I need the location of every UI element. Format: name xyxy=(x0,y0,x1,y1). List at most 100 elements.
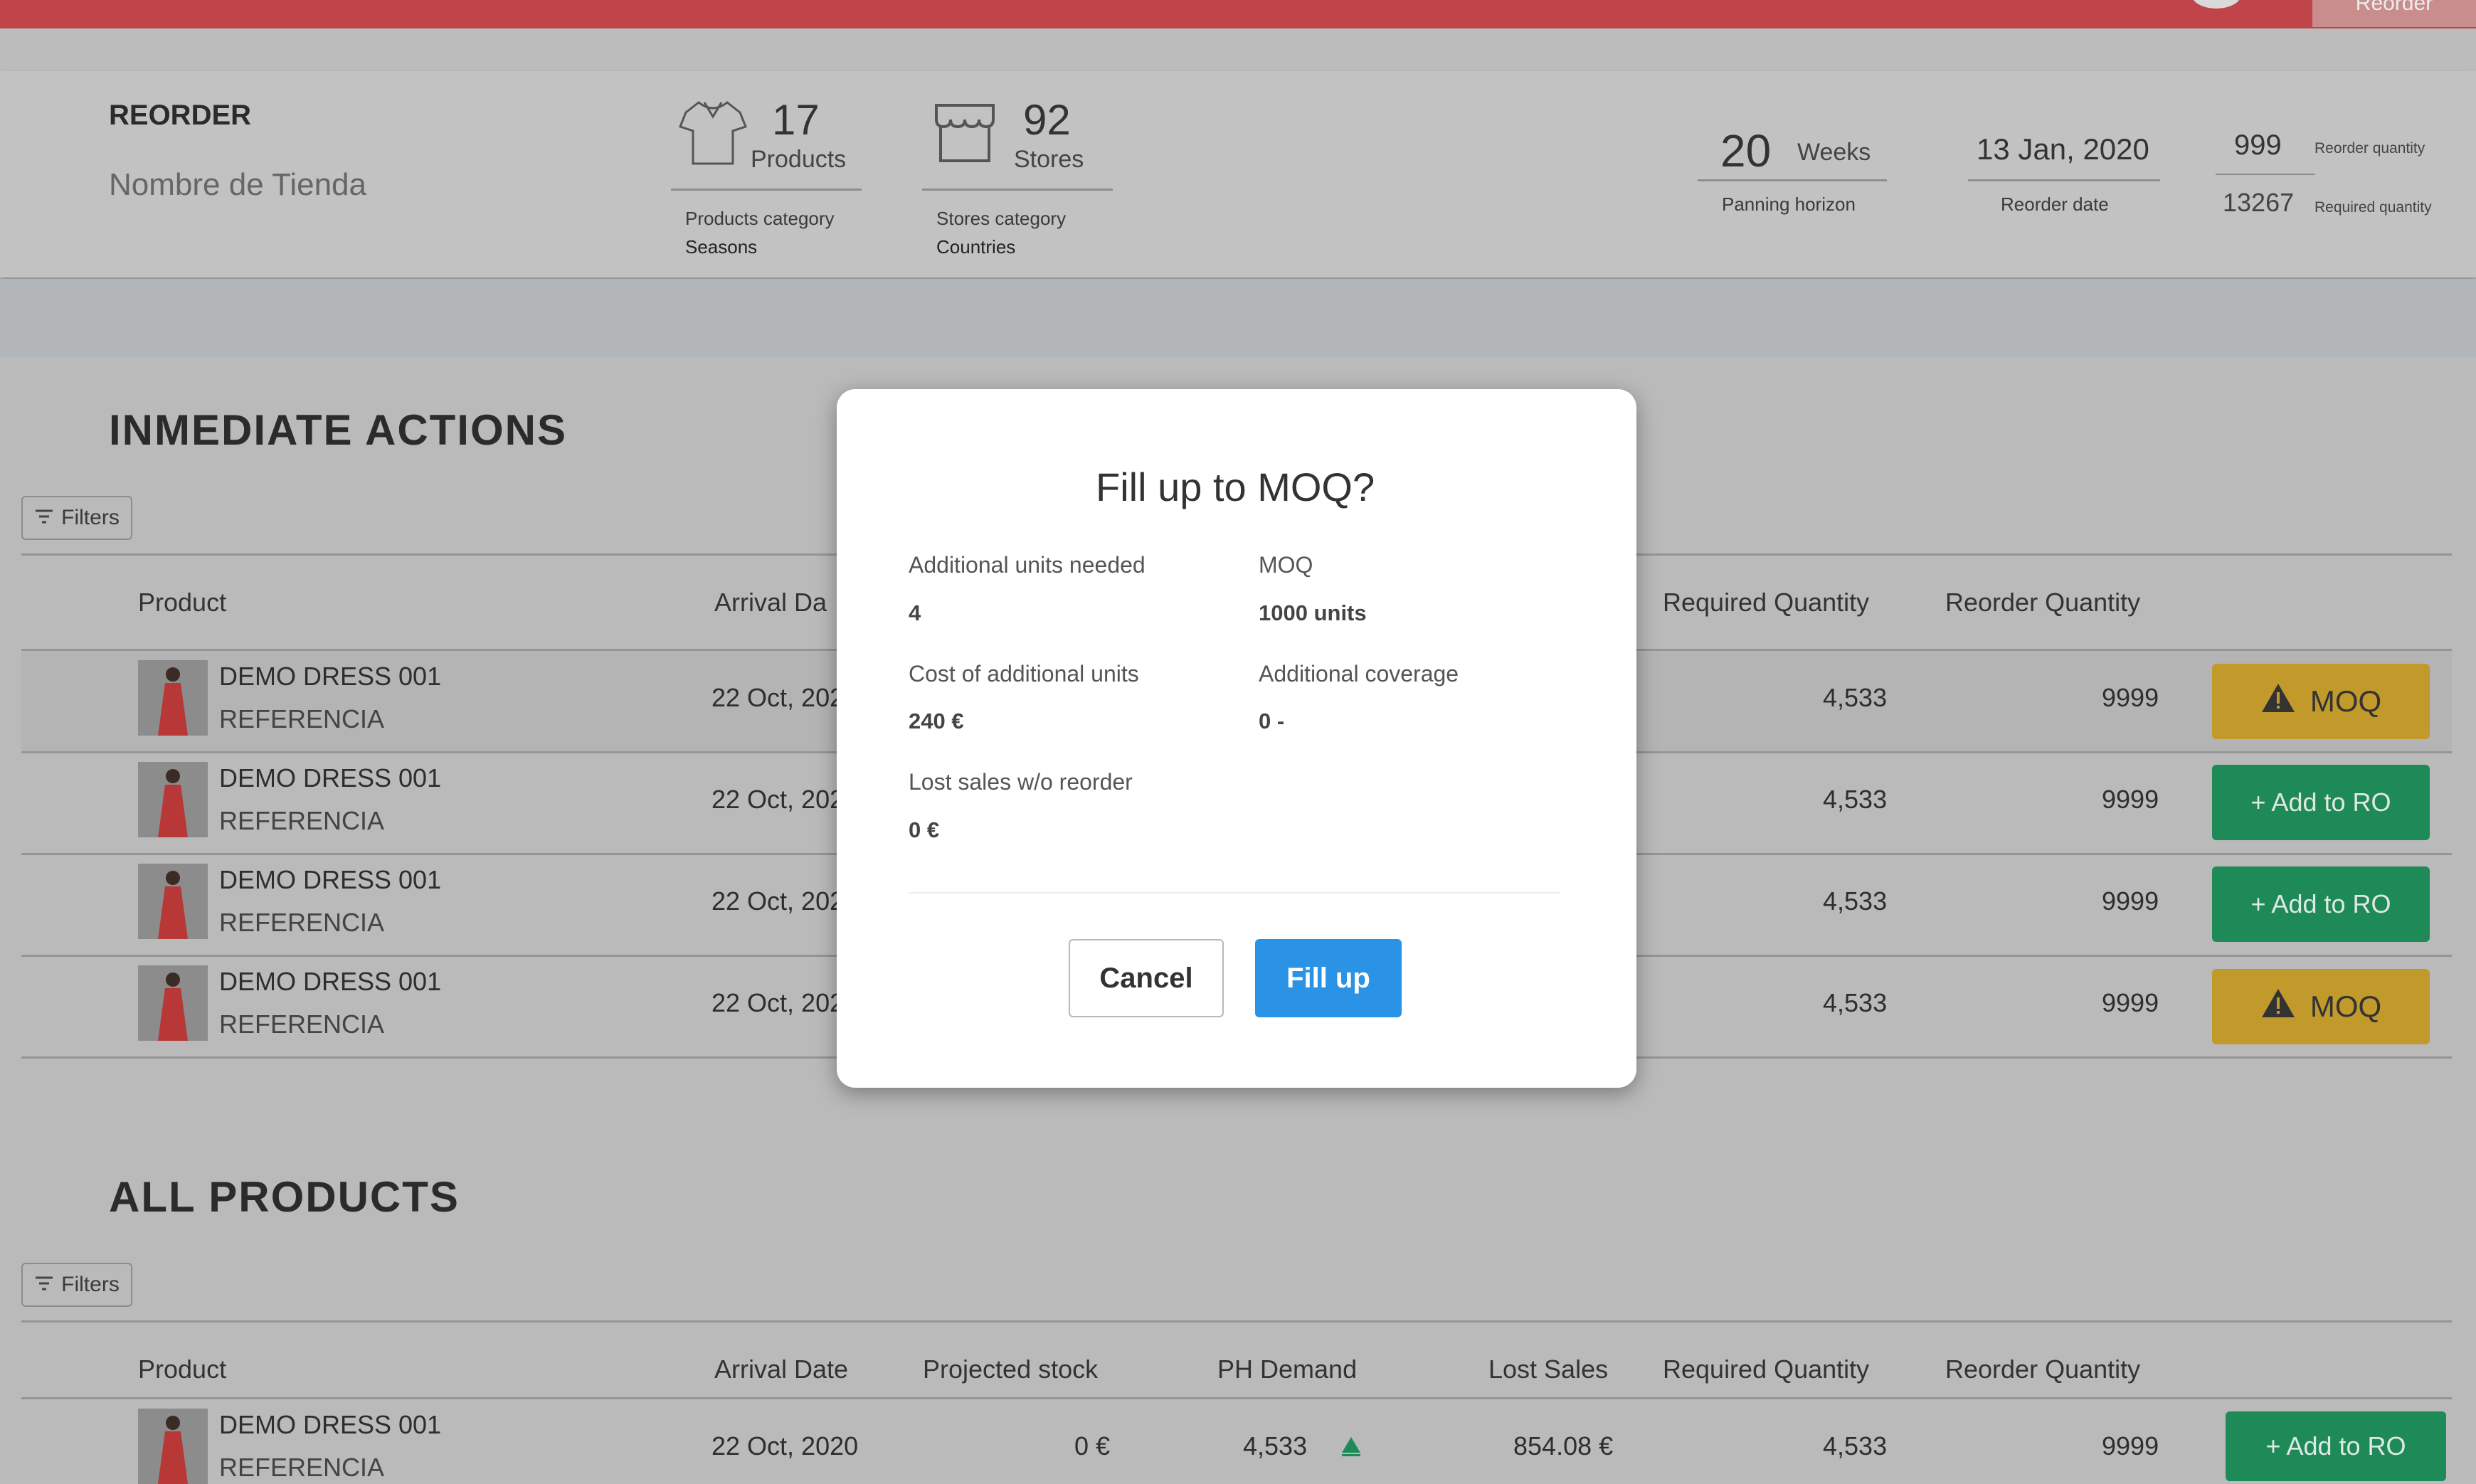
add-to-ro-button[interactable]: + Add to RO xyxy=(2226,1411,2446,1481)
table-divider xyxy=(21,1320,2452,1323)
shirt-icon xyxy=(677,97,748,168)
add-to-ro-button[interactable]: + Add to RO xyxy=(2212,866,2430,942)
planning-horizon-unit: Weeks xyxy=(1797,139,1871,166)
header-spacer xyxy=(0,279,2476,357)
reorder-tab-label: Reorder xyxy=(2355,0,2433,15)
product-thumbnail xyxy=(138,1409,208,1484)
products-unit: Products xyxy=(751,146,847,173)
moq-label: MOQ xyxy=(1259,552,1313,578)
fill-up-button[interactable]: Fill up xyxy=(1255,939,1402,1017)
product-thumbnail xyxy=(138,864,208,939)
product-ref: REFERENCIA xyxy=(219,1009,385,1039)
col-demand[interactable]: PH Demand xyxy=(1217,1355,1357,1384)
moq-value: 1000 units xyxy=(1259,600,1367,625)
col-lost-sales[interactable]: Lost Sales xyxy=(1488,1355,1608,1384)
product-name[interactable]: DEMO DRESS 001 xyxy=(219,662,441,691)
products-count: 17 xyxy=(772,96,820,144)
col-required[interactable]: Required Quantity xyxy=(1663,1355,1869,1384)
warning-icon xyxy=(2260,682,2296,721)
filter-icon xyxy=(34,506,54,530)
additional-coverage-value: 0 - xyxy=(1259,709,1285,733)
required-qty: 4,533 xyxy=(1823,683,1888,712)
arrival-date: 22 Oct, 202 xyxy=(711,683,845,712)
col-reorder[interactable]: Reorder Quantity xyxy=(1945,1355,2140,1384)
product-ref: REFERENCIA xyxy=(219,1453,385,1482)
page-title: REORDER xyxy=(109,100,252,131)
product-thumbnail xyxy=(138,660,208,736)
products-divider xyxy=(671,189,862,191)
planning-divider xyxy=(1698,179,1887,181)
all-products-title: ALL PRODUCTS xyxy=(109,1173,460,1221)
arrival-date: 22 Oct, 202 xyxy=(711,785,845,814)
product-name[interactable]: DEMO DRESS 001 xyxy=(219,1410,441,1440)
quantities-divider xyxy=(2216,174,2315,175)
product-ref: REFERENCIA xyxy=(219,908,385,937)
product-name[interactable]: DEMO DRESS 001 xyxy=(219,763,441,793)
arrival-date: 22 Oct, 202 xyxy=(711,886,845,916)
required-quantity-label: Required quantity xyxy=(2314,199,2432,216)
store-icon xyxy=(931,98,999,166)
reorder-quantity-value: 999 xyxy=(2234,129,2282,161)
col-arrival[interactable]: Arrival Da xyxy=(714,588,827,618)
moq-button-label: MOQ xyxy=(2310,684,2382,718)
reorder-quantity-label: Reorder quantity xyxy=(2314,140,2425,157)
lost-sales-label: Lost sales w/o reorder xyxy=(909,769,1133,795)
product-thumbnail xyxy=(138,965,208,1041)
ph-demand: 4,533 xyxy=(1243,1431,1308,1461)
stores-category-value[interactable]: Countries xyxy=(936,236,1015,258)
product-name[interactable]: DEMO DRESS 001 xyxy=(219,865,441,895)
reorder-date-divider xyxy=(1968,179,2160,181)
additional-units-value: 4 xyxy=(909,600,921,625)
immediate-actions-title: INMEDIATE ACTIONS xyxy=(109,406,567,454)
col-product[interactable]: Product xyxy=(138,588,226,618)
stores-category-label: Stores category xyxy=(936,208,1067,229)
required-qty: 4,533 xyxy=(1823,988,1888,1017)
product-ref: REFERENCIA xyxy=(219,806,385,835)
add-to-ro-button[interactable]: + Add to RO xyxy=(2212,765,2430,840)
top-bar xyxy=(0,0,2476,28)
reorder-qty[interactable]: 9999 xyxy=(2102,683,2159,713)
immediate-filters-button[interactable]: Filters xyxy=(21,496,132,540)
lost-sales: 854.08 € xyxy=(1513,1431,1614,1461)
additional-units-label: Additional units needed xyxy=(909,552,1146,578)
all-products-filters-button[interactable]: Filters xyxy=(21,1263,132,1307)
filter-icon xyxy=(34,1273,54,1297)
reorder-qty[interactable]: 9999 xyxy=(2102,886,2159,916)
reorder-qty[interactable]: 9999 xyxy=(2102,988,2159,1018)
triangle-up-icon xyxy=(1340,1436,1362,1461)
table-divider xyxy=(21,1397,2452,1399)
product-name[interactable]: DEMO DRESS 001 xyxy=(219,967,441,997)
moq-button[interactable]: MOQ xyxy=(2212,664,2430,739)
reorder-date-label: Reorder date xyxy=(2001,194,2109,215)
required-quantity-value: 13267 xyxy=(2223,188,2295,217)
required-qty: 4,533 xyxy=(1823,1431,1888,1461)
stores-count: 92 xyxy=(1023,96,1071,144)
col-product[interactable]: Product xyxy=(138,1355,226,1384)
filters-label: Filters xyxy=(61,506,120,529)
additional-coverage-label: Additional coverage xyxy=(1259,661,1459,687)
filters-label: Filters xyxy=(61,1273,120,1296)
arrival-date: 22 Oct, 202 xyxy=(711,988,845,1017)
col-arrival[interactable]: Arrival Date xyxy=(714,1355,848,1384)
reorder-tab[interactable]: Reorder xyxy=(2312,0,2476,27)
arrival-date: 22 Oct, 2020 xyxy=(711,1431,859,1461)
col-required[interactable]: Required Quantity xyxy=(1663,588,1869,618)
warning-icon xyxy=(2260,987,2296,1026)
lost-sales-value: 0 € xyxy=(909,817,940,842)
products-category-value[interactable]: Seasons xyxy=(685,236,757,258)
required-qty: 4,533 xyxy=(1823,886,1888,916)
header-panel xyxy=(0,71,2476,277)
required-qty: 4,533 xyxy=(1823,785,1888,814)
stores-divider xyxy=(922,189,1113,191)
col-reorder[interactable]: Reorder Quantity xyxy=(1945,588,2140,618)
cancel-button[interactable]: Cancel xyxy=(1069,939,1224,1017)
col-projected[interactable]: Projected stock xyxy=(923,1355,1098,1384)
stores-unit: Stores xyxy=(1014,146,1084,173)
dialog-title: Fill up to MOQ? xyxy=(1096,465,1375,509)
moq-button[interactable]: MOQ xyxy=(2212,969,2430,1044)
reorder-date-value[interactable]: 13 Jan, 2020 xyxy=(1977,132,2149,166)
reorder-qty[interactable]: 9999 xyxy=(2102,1431,2159,1461)
reorder-qty[interactable]: 9999 xyxy=(2102,785,2159,815)
cost-additional-value: 240 € xyxy=(909,709,964,733)
cost-additional-label: Cost of additional units xyxy=(909,661,1139,687)
